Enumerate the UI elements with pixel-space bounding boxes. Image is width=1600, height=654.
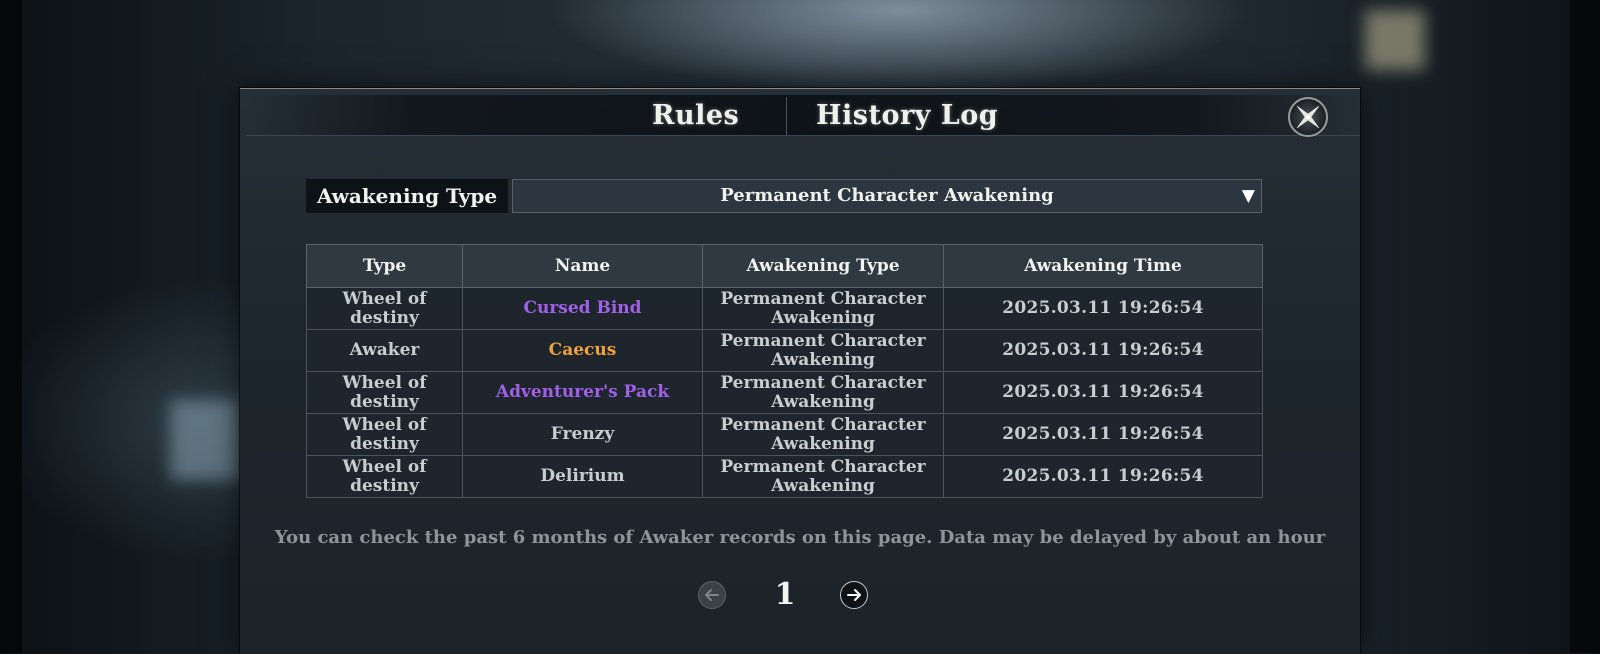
cell-type: Wheel of destiny [306, 371, 463, 414]
history-log-dialog: Rules History Log Awakening Type Permane… [240, 88, 1360, 654]
table-row: Wheel of destiny Frenzy Permanent Charac… [306, 413, 1263, 456]
column-header-awakening-type: Awakening Type [702, 244, 944, 288]
table-row: Awaker Caecus Permanent Character Awaken… [306, 329, 1263, 372]
cell-awakening-type: Permanent Character Awakening [702, 455, 944, 498]
background-edge [0, 0, 22, 653]
cell-name: Delirium [462, 455, 703, 498]
awakening-type-label: Awakening Type [306, 179, 508, 213]
cell-name: Cursed Bind [462, 287, 703, 330]
cell-name: Frenzy [462, 413, 703, 456]
dialog-header: Rules History Log [246, 95, 1360, 137]
pagination: 1 [240, 577, 1360, 613]
column-header-name: Name [462, 244, 703, 288]
table-row: Wheel of destiny Cursed Bind Permanent C… [306, 287, 1263, 330]
tab-rules[interactable]: Rules [652, 95, 739, 135]
awakening-type-dropdown[interactable]: Permanent Character Awakening ▼ [512, 179, 1262, 213]
background-edge [1570, 0, 1600, 653]
cell-type: Awaker [306, 329, 463, 372]
cell-type: Wheel of destiny [306, 287, 463, 330]
cell-awakening-type: Permanent Character Awakening [702, 287, 944, 330]
column-header-type: Type [306, 244, 463, 288]
history-table: Type Name Awakening Type Awakening Time … [306, 244, 1263, 498]
cell-awakening-time: 2025.03.11 19:26:54 [943, 455, 1263, 498]
table-row: Wheel of destiny Adventurer's Pack Perma… [306, 371, 1263, 414]
cell-name: Caecus [462, 329, 703, 372]
background-blur [1365, 10, 1425, 70]
records-note: You can check the past 6 months of Awake… [274, 527, 1326, 548]
tab-divider [786, 97, 787, 135]
dropdown-selected-value: Permanent Character Awakening [720, 185, 1054, 206]
cell-awakening-type: Permanent Character Awakening [702, 329, 944, 372]
cell-awakening-time: 2025.03.11 19:26:54 [943, 329, 1263, 372]
table-row: Wheel of destiny Delirium Permanent Char… [306, 455, 1263, 498]
table-header-row: Type Name Awakening Type Awakening Time [306, 244, 1263, 288]
close-button[interactable] [1288, 97, 1328, 137]
cell-awakening-type: Permanent Character Awakening [702, 371, 944, 414]
column-header-awakening-time: Awakening Time [943, 244, 1263, 288]
cell-type: Wheel of destiny [306, 455, 463, 498]
current-page-number: 1 [774, 577, 796, 612]
cell-awakening-time: 2025.03.11 19:26:54 [943, 287, 1263, 330]
cell-type: Wheel of destiny [306, 413, 463, 456]
cell-awakening-time: 2025.03.11 19:26:54 [943, 413, 1263, 456]
next-page-button[interactable] [840, 581, 868, 609]
chevron-down-icon: ▼ [1241, 186, 1255, 206]
background-blur [170, 400, 240, 480]
cell-awakening-time: 2025.03.11 19:26:54 [943, 371, 1263, 414]
tab-history-log[interactable]: History Log [816, 95, 998, 135]
previous-page-button[interactable] [698, 581, 726, 609]
cell-awakening-type: Permanent Character Awakening [702, 413, 944, 456]
cell-name: Adventurer's Pack [462, 371, 703, 414]
